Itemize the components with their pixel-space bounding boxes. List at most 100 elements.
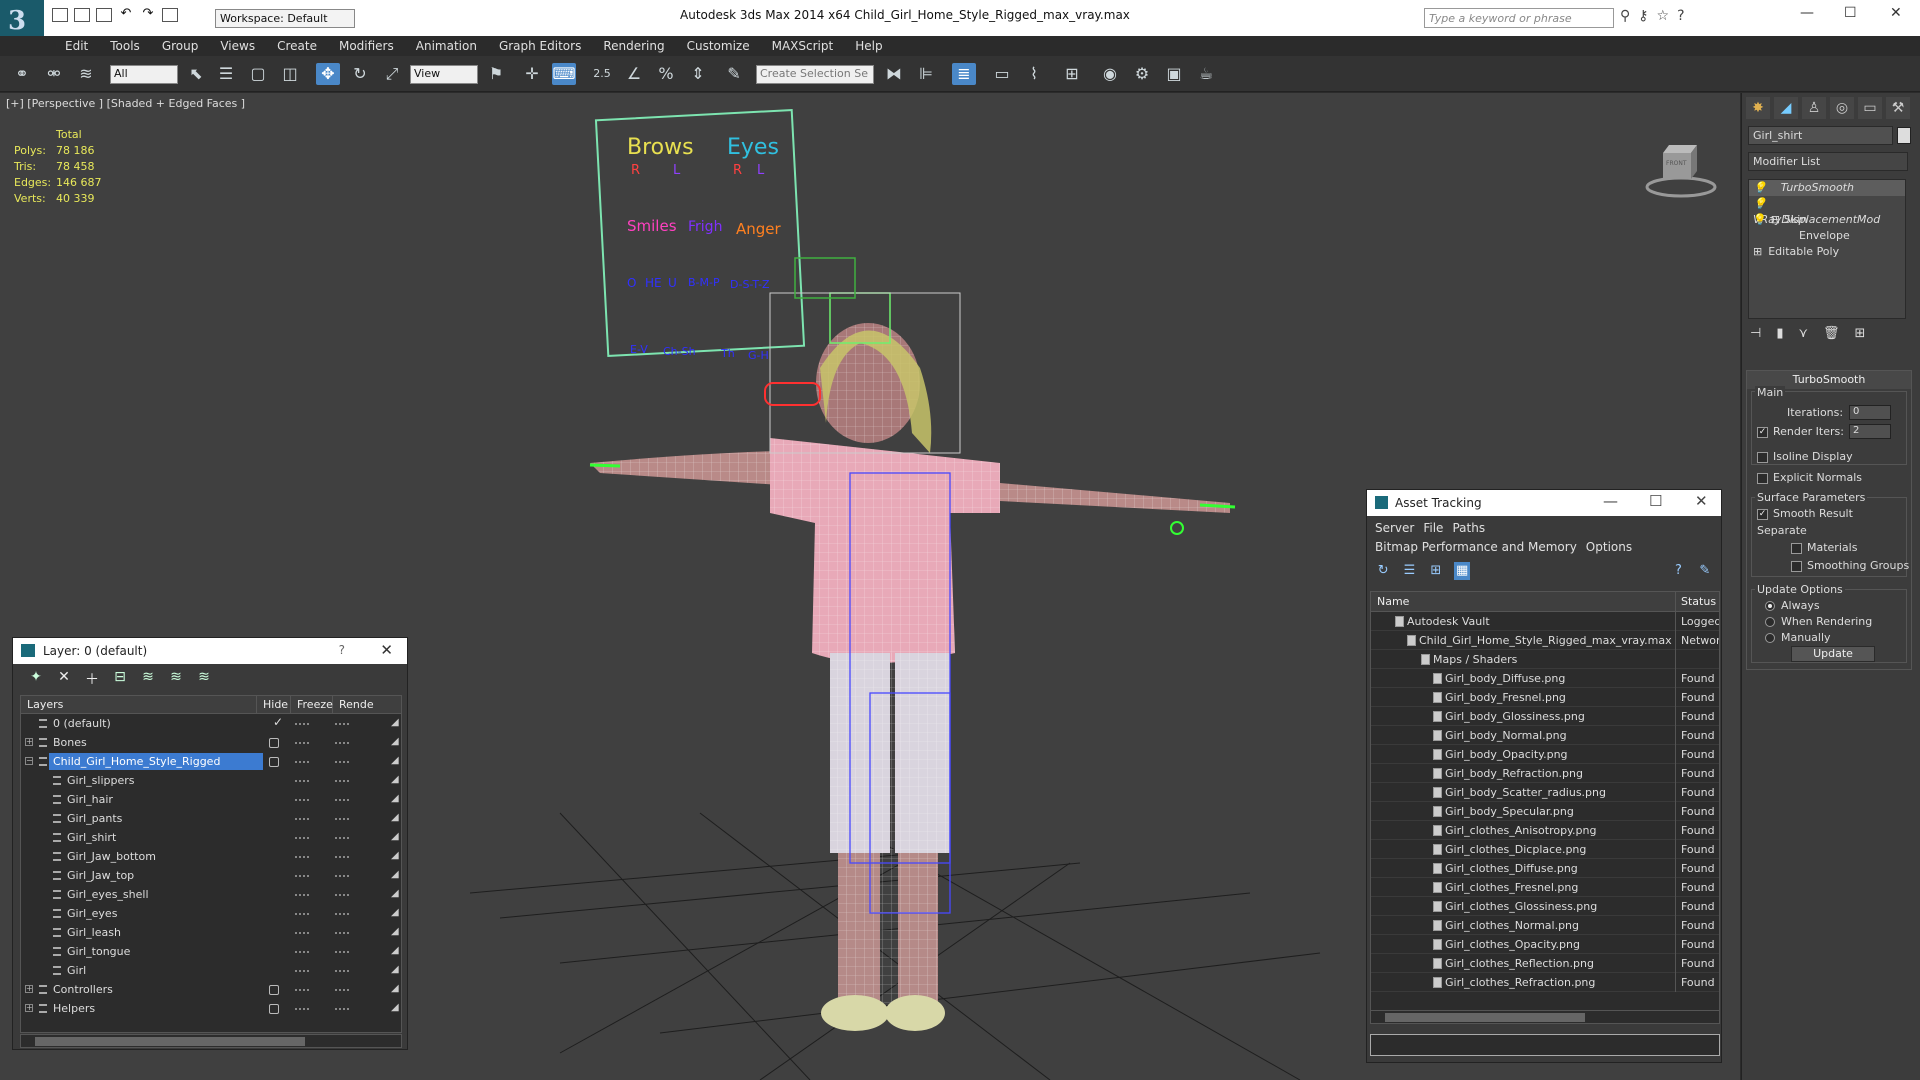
keyboard-shortcut-icon[interactable]: ⌨ — [552, 63, 576, 85]
asset-row[interactable]: Girl_body_Opacity.png Found — [1371, 745, 1719, 764]
render-teapot-icon[interactable]: ◢ — [391, 870, 401, 880]
utilities-tab-icon[interactable]: ⚒ — [1886, 97, 1910, 119]
layer-row[interactable]: + Controllers ◢ — [21, 980, 401, 999]
col-freeze[interactable]: Freeze — [291, 696, 333, 713]
search-input[interactable]: Type a keyword or phrase — [1424, 8, 1614, 28]
hide-dots[interactable] — [295, 970, 309, 972]
render-teapot-icon[interactable]: ◢ — [391, 946, 401, 956]
collapse-icon[interactable]: ⊟ — [1771, 213, 1780, 226]
freeze-dots[interactable] — [335, 970, 349, 972]
selection-filter-dropdown[interactable]: All — [110, 65, 178, 84]
table-view-icon[interactable]: ▦ — [1453, 562, 1471, 580]
configure-sets-icon[interactable]: ⊞ — [1855, 326, 1866, 341]
asset-row[interactable]: Girl_clothes_Opacity.png Found — [1371, 935, 1719, 954]
expand-toggle-icon[interactable]: + — [25, 738, 33, 746]
hide-dots[interactable] — [295, 742, 309, 744]
smoothing-groups-checkbox[interactable] — [1791, 560, 1802, 572]
asset-row[interactable]: Girl_clothes_Fresnel.png Found — [1371, 878, 1719, 897]
layer-name[interactable]: Child_Girl_Home_Style_Rigged — [49, 753, 263, 770]
hide-dots[interactable] — [295, 761, 309, 763]
layer-name[interactable]: Girl_slippers — [63, 772, 141, 789]
hide-dots[interactable] — [295, 799, 309, 801]
render-iters-checkbox[interactable]: ✓ — [1757, 426, 1768, 438]
select-manipulate-icon[interactable]: ✛ — [520, 63, 544, 85]
asset-window-titlebar[interactable]: Asset Tracking — ☐ ✕ — [1367, 490, 1721, 516]
asset-row[interactable]: Girl_clothes_Dicplace.png Found — [1371, 840, 1719, 859]
ref-coord-dropdown[interactable]: View — [410, 65, 478, 84]
modify-tab-icon[interactable]: ◢ — [1774, 97, 1798, 119]
menu-graph-editors[interactable]: Graph Editors — [488, 36, 592, 56]
tree-view-icon[interactable]: ⊞ — [1428, 562, 1444, 580]
explicit-normals-checkbox[interactable] — [1757, 472, 1768, 484]
layer-name[interactable]: Girl_eyes_shell — [63, 886, 155, 903]
layer-name[interactable]: Controllers — [49, 981, 119, 998]
render-teapot-icon[interactable]: ◢ — [391, 756, 401, 766]
freeze-dots[interactable] — [335, 780, 349, 782]
render-teapot-icon[interactable]: ◢ — [391, 718, 401, 728]
menu-create[interactable]: Create — [266, 36, 328, 56]
render-teapot-icon[interactable]: ◢ — [391, 794, 401, 804]
asset-path-field[interactable] — [1370, 1034, 1720, 1056]
layer-name[interactable]: Girl — [63, 962, 92, 979]
render-teapot-icon[interactable]: ◢ — [391, 851, 401, 861]
layer-name[interactable]: Girl_hair — [63, 791, 119, 808]
menu-tools[interactable]: Tools — [99, 36, 151, 56]
undo-icon[interactable]: ↶ — [118, 7, 134, 22]
bulb-icon[interactable]: 💡 — [1753, 181, 1767, 194]
menu-help[interactable]: Help — [844, 36, 893, 56]
layer-row[interactable]: Girl_shirt ◢ — [21, 828, 401, 847]
when-rendering-radio[interactable] — [1765, 617, 1775, 627]
menu-edit[interactable]: Edit — [54, 36, 99, 56]
menu-maxscript[interactable]: MAXScript — [761, 36, 845, 56]
key-icon[interactable]: ⚷ — [1638, 8, 1656, 24]
stack-item-turbosmooth[interactable]: 💡 TurboSmooth — [1749, 180, 1905, 196]
always-radio[interactable] — [1765, 601, 1775, 611]
layer-row[interactable]: + Bones ◢ — [21, 733, 401, 752]
align-icon[interactable]: ⊫ — [914, 63, 938, 85]
layer-row[interactable]: Girl_eyes_shell ◢ — [21, 885, 401, 904]
select-move-icon[interactable]: ✥ — [316, 63, 340, 85]
layer-name[interactable]: Girl_Jaw_top — [63, 867, 140, 884]
layer-name[interactable]: Girl_shirt — [63, 829, 122, 846]
freeze-dots[interactable] — [335, 1008, 349, 1010]
hide-dots[interactable] — [295, 1008, 309, 1010]
hide-dots[interactable] — [295, 856, 309, 858]
layer-name[interactable]: Girl_tongue — [63, 943, 136, 960]
hide-all-icon[interactable]: ≋ — [167, 669, 185, 687]
col-layers[interactable]: Layers — [21, 696, 257, 713]
render-teapot-icon[interactable]: ◢ — [391, 927, 401, 937]
star-icon[interactable]: ☆ — [1657, 8, 1678, 24]
freeze-dots[interactable] — [335, 932, 349, 934]
select-by-name-icon[interactable]: ☰ — [214, 63, 238, 85]
hide-toggle-icon[interactable] — [269, 985, 279, 995]
hide-toggle-icon[interactable] — [269, 1004, 279, 1014]
hide-toggle-icon[interactable] — [269, 738, 279, 748]
asset-row[interactable]: Girl_clothes_Glossiness.png Found — [1371, 897, 1719, 916]
stack-item-editable-poly[interactable]: ⊞ Editable Poly — [1749, 244, 1905, 260]
select-rotate-icon[interactable]: ↻ — [348, 63, 372, 85]
layer-row[interactable]: Girl_tongue ◢ — [21, 942, 401, 961]
asset-row[interactable]: Girl_clothes_Diffuse.png Found — [1371, 859, 1719, 878]
freeze-dots[interactable] — [335, 742, 349, 744]
asset-row[interactable]: Autodesk Vault Logged — [1371, 612, 1719, 631]
layer-name[interactable]: Girl_leash — [63, 924, 127, 941]
close-button[interactable]: ✕ — [1890, 5, 1902, 21]
highlight-layer-icon[interactable]: ≋ — [139, 669, 157, 687]
hide-toggle-icon[interactable] — [269, 757, 279, 767]
layer-name[interactable]: Bones — [49, 734, 93, 751]
spinner-snap-icon[interactable]: ⇕ — [686, 63, 710, 85]
expand-icon[interactable]: ⊞ — [1753, 245, 1762, 258]
list-view-icon[interactable]: ☰ — [1401, 562, 1417, 580]
asset-row[interactable]: Girl_clothes_Anisotropy.png Found — [1371, 821, 1719, 840]
render-setup-icon[interactable]: ⚙ — [1130, 63, 1154, 85]
menu-views[interactable]: Views — [209, 36, 266, 56]
object-color-swatch[interactable] — [1897, 127, 1911, 144]
menu-customize[interactable]: Customize — [676, 36, 761, 56]
layer-name[interactable]: 0 (default) — [49, 715, 117, 732]
mirror-icon[interactable]: ⧓ — [882, 63, 906, 85]
snaps-toggle-icon[interactable]: 2.5 — [590, 63, 614, 85]
hide-dots[interactable] — [295, 723, 309, 725]
new-layer-icon[interactable]: ✦ — [27, 669, 45, 687]
angle-snap-icon[interactable]: ∠ — [622, 63, 646, 85]
pivot-center-icon[interactable]: ⚑ — [484, 63, 508, 85]
